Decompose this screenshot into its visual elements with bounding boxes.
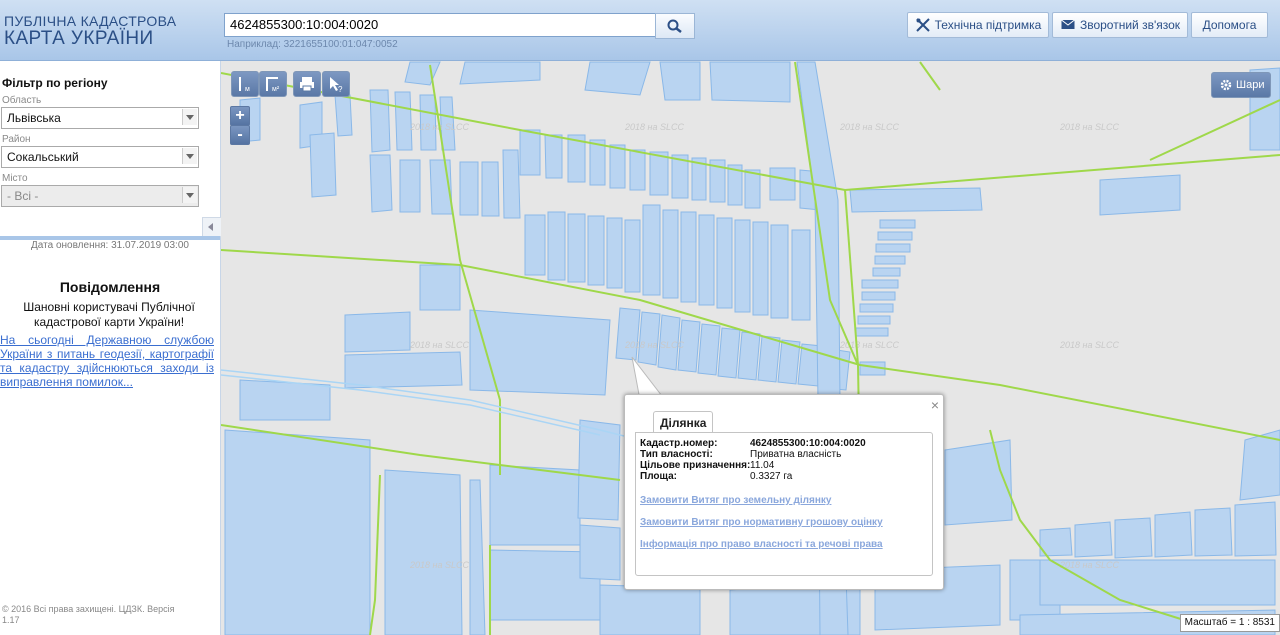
search-button[interactable] [655, 13, 695, 39]
help-label: Допомога [1202, 18, 1257, 32]
measure-distance-tool[interactable]: м [231, 71, 259, 97]
map-watermark: 2018 на SLCC [409, 340, 469, 350]
feedback-button[interactable]: Зворотний зв'язок [1052, 12, 1188, 38]
info-key: Цільове призначення: [640, 460, 751, 471]
support-button[interactable]: Технічна підтримка [907, 12, 1049, 38]
raion-select[interactable]: Сокальський [1, 146, 199, 168]
measure-area-tool[interactable]: м² [259, 71, 287, 97]
raion-value: Сокальський [7, 150, 79, 164]
collapse-sidebar-button[interactable] [202, 217, 222, 237]
chevron-down-icon [182, 109, 197, 125]
news-text: Шановні користувачі Публічної кадастрово… [23, 300, 195, 329]
ruler-area-icon: м² [266, 77, 280, 93]
map-watermark: 2018 на SLCC [839, 122, 899, 132]
print-tool[interactable] [293, 71, 321, 97]
header: ПУБЛІЧНА КАДАСТРОВА КАРТА УКРАЇНИ Наприк… [0, 0, 1280, 61]
chevron-down-icon [182, 148, 197, 164]
logo-line-2: КАРТА УКРАЇНИ [4, 28, 154, 49]
chevron-down-icon [182, 187, 197, 203]
search-input[interactable] [225, 14, 655, 34]
search-hint: Наприклад: 3221655100:01:047:0052 [227, 39, 398, 50]
news-title: Повідомлення [59, 279, 161, 295]
zoom-out-button[interactable]: - [230, 125, 250, 145]
map-watermark: 2018 на SLCC [624, 340, 684, 350]
identify-tool[interactable]: ? [322, 71, 350, 97]
oblast-select[interactable]: Львівська [1, 107, 199, 129]
map-watermark: 2018 на SLCC [409, 560, 469, 570]
zoom-in-button[interactable]: + [230, 106, 250, 126]
oblast-label: Область [2, 95, 42, 106]
svg-text:м: м [245, 86, 250, 93]
info-key: Кадастр.номер: [640, 438, 718, 449]
update-date: Дата оновлення: 31.07.2019 03:00 [31, 240, 189, 251]
info-value: 11.04 [750, 460, 775, 471]
help-button[interactable]: Допомога [1191, 12, 1268, 38]
misto-label: Місто [2, 173, 28, 184]
info-key: Площа: [640, 471, 677, 482]
map-watermark: 2018 на SLCC [624, 122, 684, 132]
order-extract-link[interactable]: Замовити Витяг про земельну ділянку [640, 495, 831, 506]
news-link[interactable]: На сьогодні Державною службою України з … [0, 333, 214, 389]
logo-line-1: ПУБЛІЧНА КАДАСТРОВА [4, 13, 177, 29]
info-value: Приватна власність [750, 449, 842, 460]
info-value: 0.3327 га [750, 471, 793, 482]
raion-label: Район [2, 134, 31, 145]
support-label: Технічна підтримка [934, 18, 1042, 32]
cursor-question-icon: ? [330, 77, 343, 93]
layers-label: Шари [1236, 79, 1265, 91]
gear-icon [1220, 79, 1232, 91]
copyright: © 2016 Всі права захищені. ЦДЗК. Версія … [2, 604, 175, 625]
map-watermark: 2018 на SLCC [1059, 560, 1119, 570]
svg-text:?: ? [338, 85, 343, 93]
misto-value: - Всі - [7, 189, 39, 203]
search-box [224, 13, 656, 37]
map[interactable]: 2018 на SLCC 2018 на SLCC 2018 на SLCC 2… [221, 61, 1280, 635]
info-key: Тип власності: [640, 449, 713, 460]
filter-title: Фільтр по регіону [2, 76, 108, 90]
map-watermark: 2018 на SLCC [1059, 340, 1119, 350]
oblast-value: Львівська [7, 111, 61, 125]
svg-text:м²: м² [272, 86, 280, 93]
scale-indicator: Масштаб = 1 : 8531 [1179, 614, 1280, 632]
tab-parcel[interactable]: Ділянка [653, 411, 714, 432]
sidebar: Фільтр по регіону Область Львівська Райо… [0, 61, 222, 635]
ruler-line-icon: м [239, 77, 250, 93]
site-logo[interactable]: ПУБЛІЧНА КАДАСТРОВА КАРТА УКРАЇНИ [4, 14, 176, 48]
search-icon [667, 19, 682, 33]
ownership-info-link[interactable]: Інформація про право власності та речові… [640, 539, 883, 550]
close-icon[interactable]: × [931, 397, 939, 413]
map-watermark: 2018 на SLCC [1059, 122, 1119, 132]
parcel-popup: × Ділянка Кадастр.номер: 4624855300:10:0… [624, 394, 944, 590]
order-valuation-link[interactable]: Замовити Витяг про нормативну грошову оц… [640, 517, 883, 528]
info-value: 4624855300:10:004:0020 [750, 438, 866, 449]
feedback-label: Зворотний зв'язок [1079, 18, 1181, 32]
parcel-info: Кадастр.номер: 4624855300:10:004:0020 Ти… [635, 432, 933, 576]
printer-icon [300, 77, 314, 92]
layers-button[interactable]: Шари [1211, 72, 1271, 98]
misto-select[interactable]: - Всі - [1, 185, 199, 207]
